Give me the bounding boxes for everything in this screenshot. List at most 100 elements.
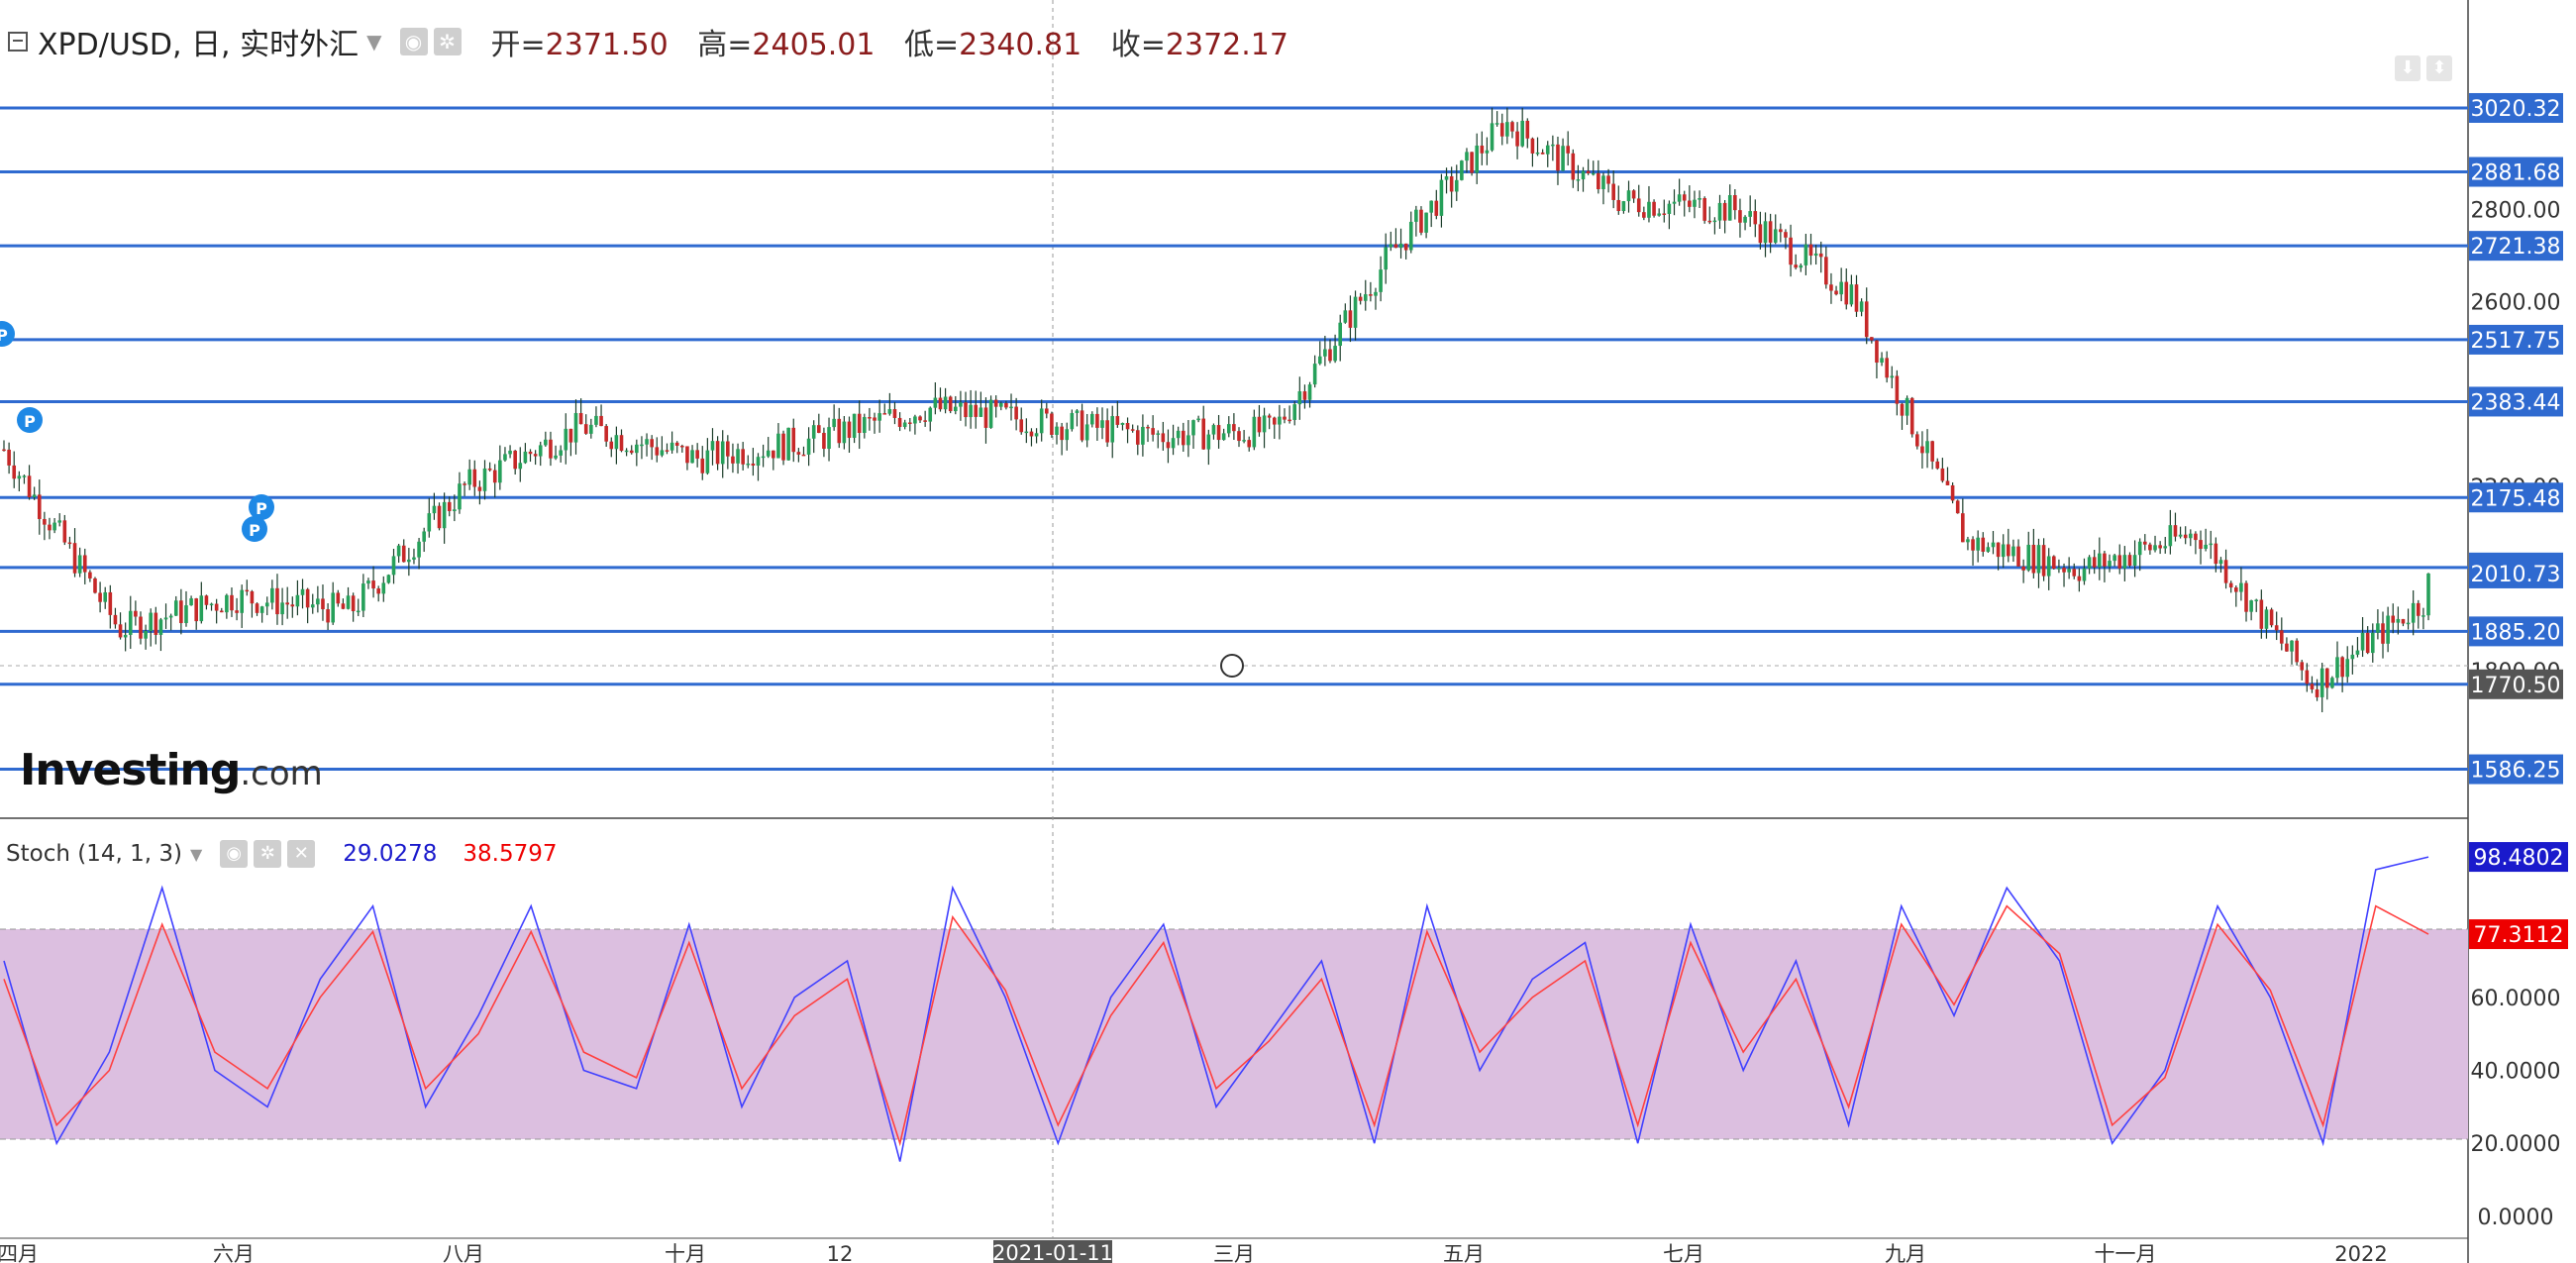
candle-body[interactable] (1748, 211, 1752, 217)
candle-body[interactable] (1677, 194, 1682, 202)
position-marker-icon[interactable]: P (249, 494, 274, 520)
candle-body[interactable] (2122, 555, 2127, 569)
candle-body[interactable] (1961, 513, 1965, 543)
candle-body[interactable] (1201, 418, 1206, 450)
candle-body[interactable] (1151, 428, 1155, 435)
candle-body[interactable] (624, 450, 629, 453)
candle-body[interactable] (2158, 545, 2162, 549)
candle-body[interactable] (2143, 541, 2147, 545)
candle-body[interactable] (2370, 632, 2375, 654)
candle-body[interactable] (88, 572, 92, 579)
candle-body[interactable] (1727, 195, 1732, 221)
candle-body[interactable] (2031, 544, 2036, 574)
candle-body[interactable] (1242, 440, 1246, 442)
candle-body[interactable] (1642, 212, 1646, 218)
candle-body[interactable] (361, 583, 365, 611)
candle-body[interactable] (726, 441, 730, 457)
candle-body[interactable] (969, 404, 973, 418)
candle-body[interactable] (442, 501, 447, 529)
candle-body[interactable] (1540, 152, 1545, 155)
candle-body[interactable] (1424, 212, 1428, 233)
candle-body[interactable] (741, 449, 745, 465)
candle-body[interactable] (1105, 420, 1109, 443)
candle-body[interactable] (1307, 384, 1312, 400)
candle-body[interactable] (1597, 172, 1600, 190)
candle-body[interactable] (1353, 296, 1358, 328)
candle-body[interactable] (578, 412, 583, 425)
candle-body[interactable] (993, 399, 998, 407)
candle-body[interactable] (1818, 253, 1823, 258)
candle-body[interactable] (2259, 599, 2264, 629)
candle-body[interactable] (594, 415, 598, 425)
candle-body[interactable] (710, 441, 715, 451)
candle-body[interactable] (2098, 553, 2102, 568)
candle-body[interactable] (1789, 237, 1793, 265)
candle-body[interactable] (245, 589, 250, 592)
candle-body[interactable] (1693, 199, 1697, 207)
candle-body[interactable] (1226, 424, 1231, 434)
candle-body[interactable] (1606, 175, 1610, 184)
candle-body[interactable] (1444, 175, 1449, 180)
candle-body[interactable] (761, 456, 766, 459)
candle-body[interactable] (467, 469, 471, 485)
candle-body[interactable] (498, 460, 502, 483)
candle-body[interactable] (690, 450, 694, 464)
candle-body[interactable] (144, 631, 148, 639)
position-marker-icon[interactable]: P (17, 407, 43, 433)
candle-body[interactable] (948, 396, 953, 412)
candle-body[interactable] (2046, 556, 2051, 577)
candle-body[interactable] (184, 605, 188, 623)
candle-body[interactable] (1272, 417, 1277, 425)
candle-body[interactable] (766, 450, 771, 457)
candle-body[interactable] (1369, 294, 1373, 296)
candle-body[interactable] (518, 463, 523, 470)
candle-body[interactable] (1317, 356, 1322, 365)
candle-body[interactable] (1743, 216, 1747, 223)
candle-body[interactable] (1991, 542, 1996, 548)
candle-body[interactable] (1288, 419, 1291, 422)
candle-body[interactable] (447, 501, 452, 511)
candle-body[interactable] (1014, 406, 1018, 420)
candle-body[interactable] (892, 409, 897, 418)
candle-body[interactable] (508, 450, 512, 455)
candle-body[interactable] (1616, 199, 1621, 212)
candle-body[interactable] (1374, 291, 1378, 296)
candle-body[interactable] (811, 425, 816, 439)
candle-body[interactable] (1216, 425, 1221, 441)
candle-body[interactable] (857, 413, 862, 433)
candle-body[interactable] (1044, 408, 1049, 414)
candle-body[interactable] (827, 427, 831, 450)
candle-body[interactable] (62, 520, 67, 543)
candle-body[interactable] (645, 439, 649, 445)
candle-body[interactable] (660, 450, 665, 456)
candle-body[interactable] (1849, 284, 1854, 305)
candle-body[interactable] (2007, 544, 2010, 557)
candle-body[interactable] (371, 580, 375, 589)
candle-body[interactable] (316, 598, 320, 605)
candle-body[interactable] (1779, 229, 1783, 233)
candle-body[interactable] (401, 545, 406, 563)
candle-body[interactable] (1915, 434, 1919, 447)
candle-body[interactable] (2376, 623, 2380, 633)
candle-body[interactable] (432, 505, 437, 514)
candle-body[interactable] (219, 610, 224, 613)
candle-body[interactable] (2082, 568, 2087, 581)
candle-body[interactable] (2290, 640, 2294, 652)
candle-body[interactable] (2178, 534, 2183, 537)
candle-body[interactable] (1181, 430, 1185, 446)
candle-body[interactable] (2173, 525, 2178, 537)
candle-body[interactable] (1940, 468, 1945, 481)
candle-body[interactable] (250, 590, 255, 604)
candle-body[interactable] (2285, 643, 2289, 652)
candle-body[interactable] (2406, 622, 2411, 625)
candle-body[interactable] (554, 455, 558, 459)
candle-body[interactable] (163, 617, 168, 620)
candle-body[interactable] (908, 422, 912, 424)
candle-body[interactable] (1115, 416, 1120, 425)
candle-body[interactable] (2228, 582, 2233, 588)
candle-body[interactable] (225, 594, 229, 613)
candle-body[interactable] (2355, 650, 2360, 655)
candle-body[interactable] (1591, 172, 1596, 175)
candle-body[interactable] (705, 450, 710, 474)
candle-body[interactable] (806, 438, 811, 455)
